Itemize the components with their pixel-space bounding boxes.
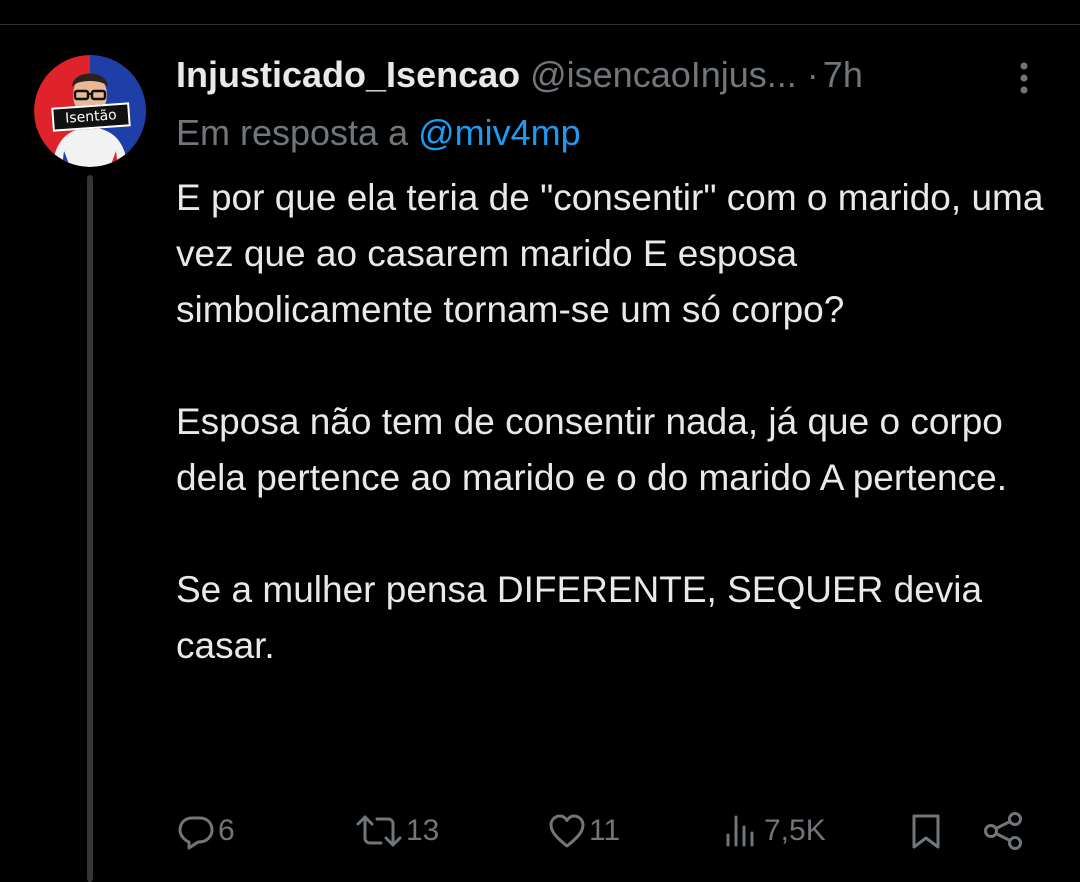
- reply-bubble-icon: [178, 816, 214, 850]
- separator-dot: ·: [806, 54, 819, 95]
- repost-arrows-icon: [356, 815, 402, 847]
- share-button[interactable]: [982, 808, 1026, 854]
- reply-button[interactable]: 6: [176, 808, 235, 854]
- reply-count: 6: [218, 814, 235, 847]
- bookmark-button[interactable]: [906, 808, 946, 854]
- reply-context: Em resposta a @miv4mp: [176, 110, 581, 156]
- like-count: 11: [589, 814, 621, 847]
- tweet-timestamp[interactable]: 7h: [823, 54, 863, 95]
- reply-to-prefix: Em resposta a: [176, 112, 409, 153]
- more-vertical-icon: [1020, 62, 1028, 94]
- avatar[interactable]: Isentão: [34, 55, 146, 167]
- repost-count: 13: [406, 814, 440, 847]
- top-divider: [0, 0, 1080, 25]
- tweet-paragraph: Esposa não tem de consentir nada, já que…: [176, 401, 1007, 498]
- tweet-text: E por que ela teria de "consentir" com o…: [176, 170, 1056, 674]
- tweet-header: Injusticado_Isencao @isencaoInjus... · 7h: [176, 52, 996, 98]
- share-icon: [984, 812, 1022, 850]
- like-button[interactable]: 11: [547, 808, 620, 854]
- reply-to-mention-link[interactable]: @miv4mp: [418, 112, 581, 153]
- views-bar-chart-icon: [726, 815, 754, 847]
- repost-button[interactable]: 13: [354, 808, 439, 854]
- heart-icon: [549, 814, 585, 848]
- tweet-paragraph: Se a mulher pensa DIFERENTE, SEQUER devi…: [176, 569, 983, 666]
- author-display-name[interactable]: Injusticado_Isencao: [176, 54, 520, 95]
- tweet-paragraph: E por que ela teria de "consentir" com o…: [176, 177, 1044, 330]
- views-count: 7,5K: [764, 814, 826, 847]
- bookmark-icon: [912, 814, 940, 849]
- author-handle[interactable]: @isencaoInjus...: [530, 54, 797, 95]
- more-options-button[interactable]: [1006, 58, 1042, 98]
- thread-connector-line: [87, 175, 93, 882]
- views-button[interactable]: 7,5K: [722, 808, 826, 854]
